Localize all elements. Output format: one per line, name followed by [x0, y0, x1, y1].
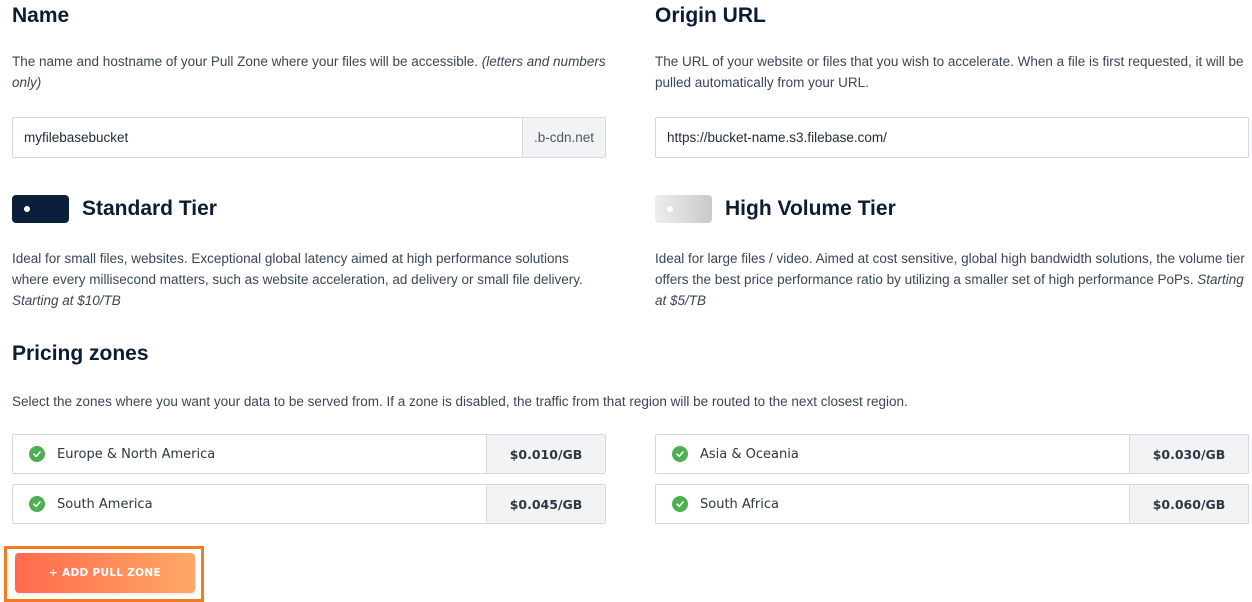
high-volume-tier-description: Ideal for large files / video. Aimed at … — [655, 251, 1245, 308]
check-icon — [672, 496, 688, 512]
zone-south-america[interactable]: South America $0.045/GB — [12, 484, 606, 524]
origin-description: The URL of your website or files that yo… — [655, 54, 1244, 90]
high-volume-tier-title: High Volume Tier — [725, 197, 896, 220]
zone-name: South Africa — [700, 496, 779, 512]
name-section: Name — [12, 4, 606, 28]
add-button-highlight: + ADD PULL ZONE — [4, 546, 204, 602]
toggle-knob — [667, 206, 673, 212]
hostname-suffix: .b-cdn.net — [521, 118, 605, 157]
zone-name: Asia & Oceania — [700, 446, 799, 462]
zone-south-africa[interactable]: South Africa $0.060/GB — [655, 484, 1249, 524]
name-input-group: .b-cdn.net — [12, 117, 606, 158]
zone-price: $0.045/GB — [486, 485, 605, 523]
name-description: The name and hostname of your Pull Zone … — [12, 54, 606, 90]
standard-tier-header: Standard Tier — [12, 195, 606, 223]
origin-title: Origin URL — [655, 4, 766, 27]
high-volume-tier-header: High Volume Tier — [655, 195, 1249, 223]
high-volume-tier-toggle[interactable] — [655, 195, 712, 223]
check-icon — [29, 446, 45, 462]
standard-tier-toggle[interactable] — [12, 195, 69, 223]
standard-tier-title: Standard Tier — [82, 197, 217, 220]
origin-url-input[interactable] — [656, 118, 1248, 157]
zone-name: South America — [57, 496, 153, 512]
toggle-knob — [24, 206, 30, 212]
zone-europe-north-america[interactable]: Europe & North America $0.010/GB — [12, 434, 606, 474]
add-pull-zone-button[interactable]: + ADD PULL ZONE — [15, 553, 195, 593]
standard-tier-price: Starting at $10/TB — [12, 293, 121, 308]
zone-asia-oceania[interactable]: Asia & Oceania $0.030/GB — [655, 434, 1249, 474]
zone-price: $0.030/GB — [1129, 435, 1248, 473]
name-title: Name — [12, 4, 70, 27]
check-icon — [672, 446, 688, 462]
name-input[interactable] — [13, 118, 522, 157]
pricing-description: Select the zones where you want your dat… — [12, 394, 908, 409]
pricing-section: Pricing zones — [12, 342, 606, 366]
standard-tier-description: Ideal for small files, websites. Excepti… — [12, 251, 583, 308]
zone-price: $0.010/GB — [486, 435, 605, 473]
origin-section: Origin URL — [655, 4, 1249, 28]
check-icon — [29, 496, 45, 512]
zone-price: $0.060/GB — [1129, 485, 1248, 523]
origin-input-group — [655, 117, 1249, 158]
pricing-title: Pricing zones — [12, 342, 149, 365]
zone-name: Europe & North America — [57, 446, 216, 462]
